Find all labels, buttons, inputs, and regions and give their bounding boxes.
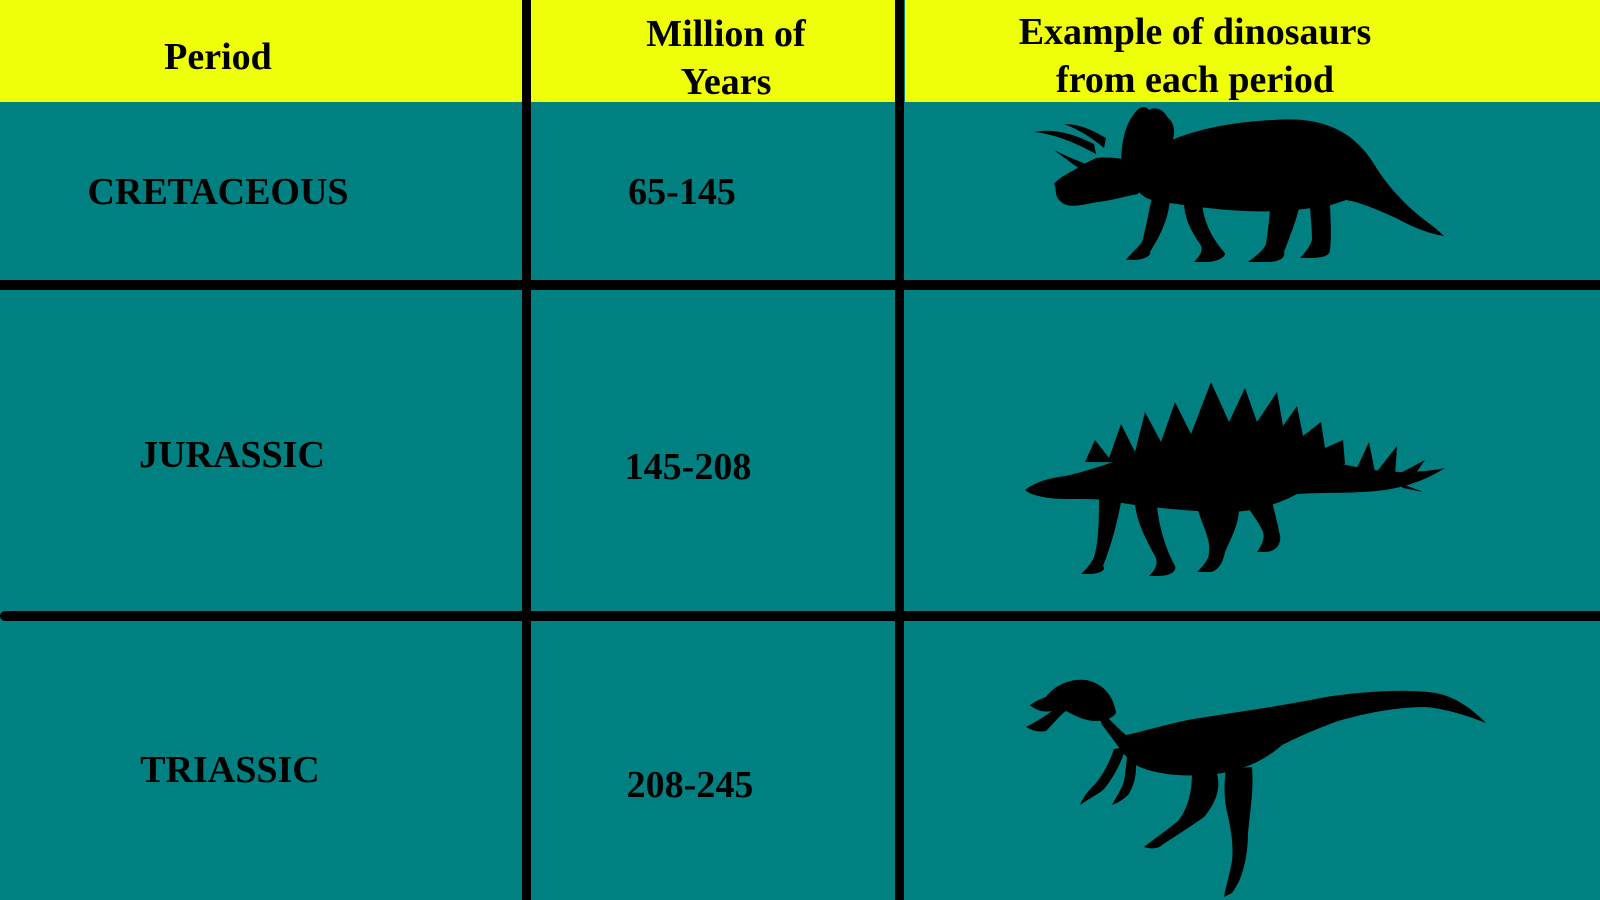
theropod-silhouette-icon [1026, 677, 1486, 900]
stegosaurus-silhouette-icon [1025, 382, 1445, 592]
triceratops-silhouette-icon [1034, 104, 1444, 274]
grid-horizontal-line [0, 280, 1600, 290]
years-range: 208-245 [626, 764, 754, 806]
header-period: Period [164, 36, 272, 78]
grid-vertical-line [522, 0, 531, 900]
grid-horizontal-line [0, 611, 1600, 621]
years-range: 145-208 [624, 446, 752, 488]
period-name: CRETACEOUS [87, 171, 349, 213]
grid-vertical-line [895, 0, 904, 900]
header-example-line1: Example of dinosaurs [1018, 11, 1372, 53]
period-name: TRIASSIC [140, 749, 320, 791]
header-million-line1: Million of [646, 13, 806, 55]
dinosaur-periods-table: Period Million of Years Example of dinos… [0, 0, 1600, 900]
header-million-line2: Years [680, 61, 772, 103]
years-range: 65-145 [628, 171, 736, 213]
header-example-line2: from each period [1056, 59, 1334, 101]
period-name: JURASSIC [139, 434, 325, 476]
